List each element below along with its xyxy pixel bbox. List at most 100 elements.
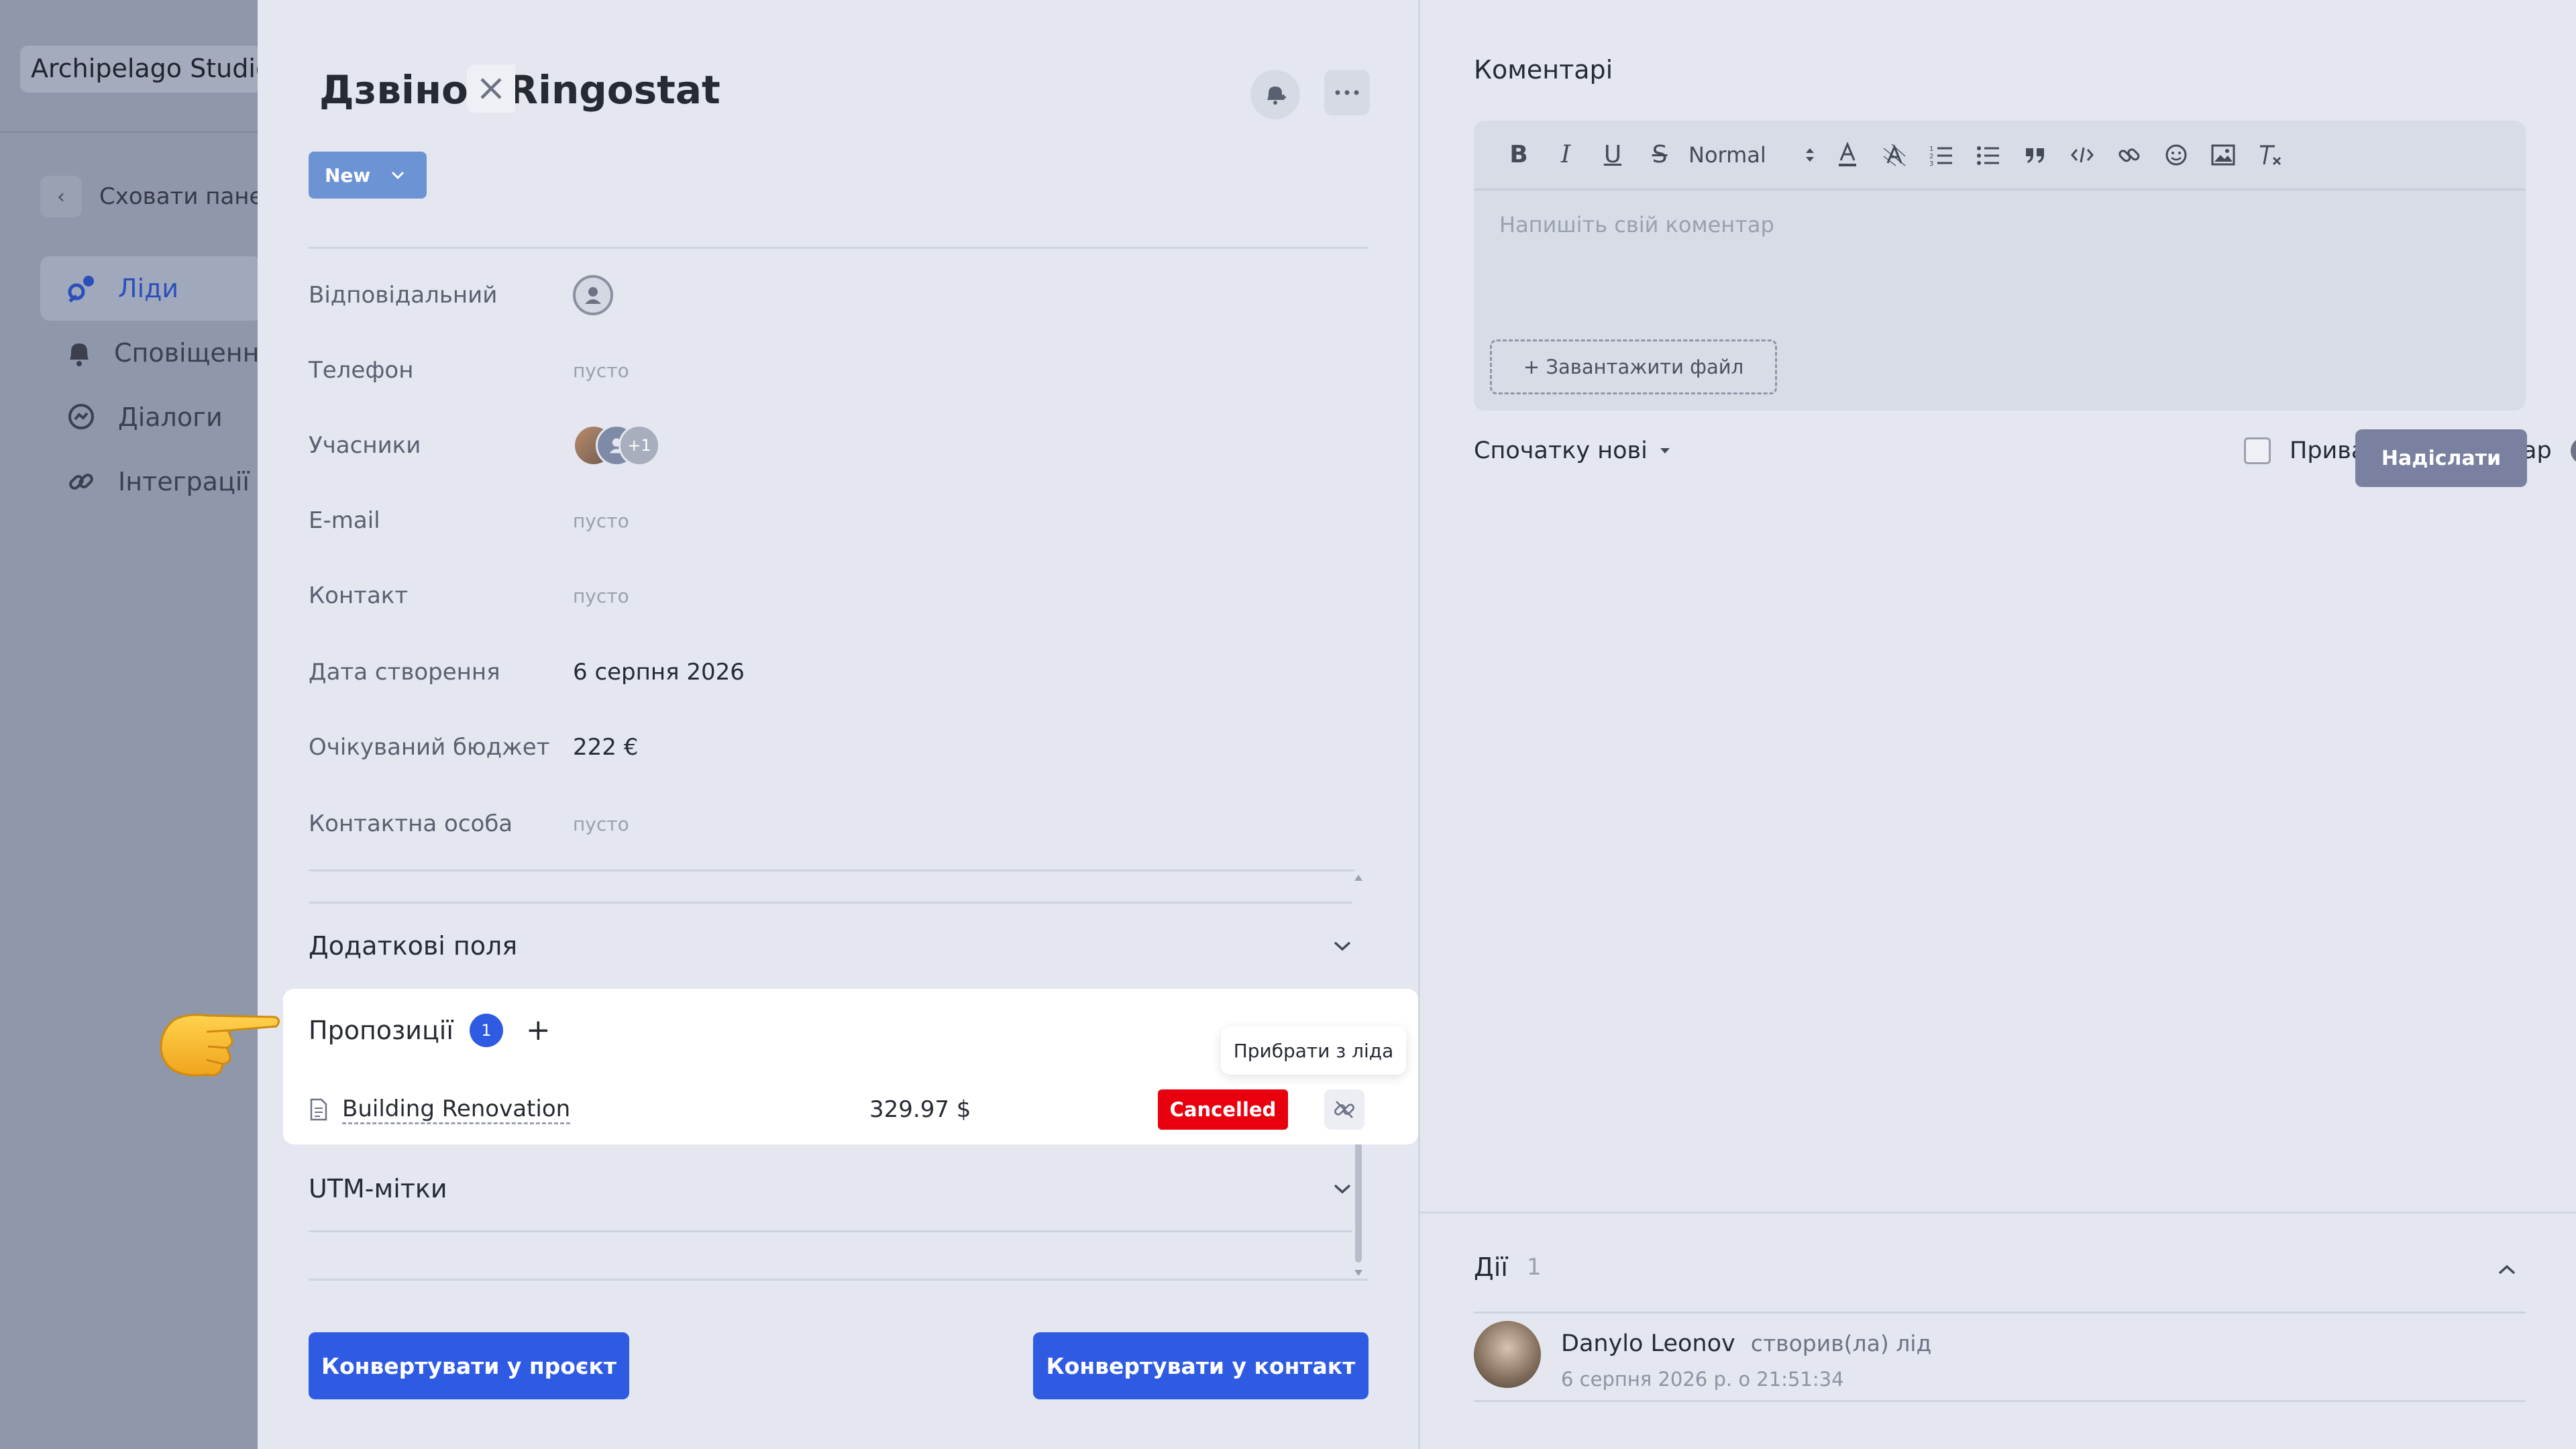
sidebar-item-dialogs[interactable]: Діалоги <box>40 385 262 449</box>
accordion-title: Додаткові поля <box>309 931 518 961</box>
field-created-date[interactable]: Дата створення 6 серпня 2026 <box>309 645 1368 699</box>
comment-input[interactable]: Напишіть свій коментар <box>1499 212 1774 237</box>
activity-item: Danylo Leonov створив(ла) лід 6 серпня 2… <box>1474 1321 1931 1391</box>
upload-file-button[interactable]: + Завантажити файл <box>1490 339 1777 394</box>
more-participants-badge: +1 <box>619 425 660 466</box>
background-color-button[interactable] <box>1871 135 1918 175</box>
image-icon <box>2211 144 2235 165</box>
actions-count: 1 <box>1526 1254 1542 1281</box>
quote-icon <box>2026 148 2044 163</box>
activity-verb: створив(ла) лід <box>1750 1330 1932 1356</box>
chevron-up-icon <box>2498 1265 2516 1275</box>
sort-dropdown[interactable]: Спочатку нові <box>1474 437 1672 464</box>
caret-down-icon <box>1660 448 1670 453</box>
proposal-row[interactable]: Building Renovation 329.97 $ Cancelled <box>309 1087 1382 1132</box>
editor-toolbar: B I U S Normal 123 <box>1474 121 2526 191</box>
svg-text:1: 1 <box>1929 146 1933 153</box>
convert-to-project-button[interactable]: Конвертувати у проєкт <box>309 1332 629 1399</box>
svg-text:2: 2 <box>1929 153 1933 160</box>
field-email[interactable]: E-mail пусто <box>309 494 1368 547</box>
clear-format-button[interactable] <box>2247 135 2294 175</box>
insert-link-button[interactable] <box>2106 135 2153 175</box>
field-label: Дата створення <box>309 659 500 686</box>
emoji-button[interactable] <box>2153 135 2200 175</box>
extra-fields-accordion[interactable]: Додаткові поля <box>309 906 1352 986</box>
proposals-header: Пропозиції 1 + <box>309 1013 551 1047</box>
field-contact[interactable]: Контакт пусто <box>309 569 1368 623</box>
divider <box>309 869 1355 871</box>
divider <box>309 902 1352 904</box>
text-color-icon <box>1839 141 1856 166</box>
code-button[interactable] <box>2059 135 2106 175</box>
emoji-icon <box>2165 144 2187 165</box>
actions-title: Дії <box>1474 1252 1508 1282</box>
italic-button[interactable]: I <box>1542 135 1589 175</box>
close-drawer-button[interactable] <box>467 64 515 113</box>
blockquote-button[interactable] <box>2012 135 2059 175</box>
workspace-name: Archipelago Studio <box>31 54 262 83</box>
info-icon[interactable]: ! <box>2570 437 2576 464</box>
proposals-title: Пропозиції <box>309 1015 453 1045</box>
proposal-name-link[interactable]: Building Renovation <box>342 1095 571 1124</box>
private-checkbox[interactable] <box>2244 437 2271 464</box>
clear-format-icon <box>2260 145 2282 165</box>
unlink-tooltip: Прибрати з ліда <box>1221 1026 1406 1075</box>
close-icon <box>480 78 502 99</box>
lead-drawer: Дзвінок Ringostat New Відповідальний Тел… <box>258 0 2576 1449</box>
comment-editor: B I U S Normal 123 Напишіть свій комента… <box>1474 121 2526 411</box>
status-dropdown[interactable]: New <box>309 152 427 199</box>
hide-panel-button[interactable]: ‹ Сховати панель <box>40 176 291 217</box>
format-select-value: Normal <box>1688 142 1766 168</box>
field-label: Відповідальний <box>309 282 498 309</box>
sidebar-item-label: Ліди <box>118 274 179 303</box>
bell-plus-icon <box>1267 87 1286 105</box>
text-color-button[interactable] <box>1824 135 1871 175</box>
field-contact-person[interactable]: Контактна особа пусто <box>309 797 1368 851</box>
insert-image-button[interactable] <box>2200 135 2247 175</box>
sort-label: Спочатку нові <box>1474 437 1648 464</box>
bullet-list-icon <box>1977 146 1999 165</box>
collapse-actions-button[interactable] <box>2491 1256 2523 1283</box>
bullet-list-button[interactable] <box>1965 135 2012 175</box>
chevron-down-icon <box>1334 941 1351 951</box>
underline-button[interactable]: U <box>1589 135 1636 175</box>
sidebar-item-leads[interactable]: Ліди <box>40 256 262 321</box>
field-phone[interactable]: Телефон пусто <box>309 343 1368 397</box>
proposal-amount: 329.97 $ <box>869 1096 971 1123</box>
subscribe-button[interactable] <box>1250 70 1300 119</box>
workspace-switcher[interactable]: Archipelago Studio <box>20 46 262 93</box>
sidebar-item-integrations[interactable]: Інтеграції <box>40 449 262 514</box>
field-participants[interactable]: Учасники +1 <box>309 419 1368 472</box>
sidebar-item-label: Сповіщення <box>114 338 262 368</box>
field-value: 222 € <box>573 734 639 761</box>
field-value: пусто <box>573 359 629 382</box>
actions-header: Дії 1 <box>1474 1252 1541 1282</box>
ordered-list-icon: 123 <box>1929 146 1952 166</box>
convert-to-contact-button[interactable]: Конвертувати у контакт <box>1033 1332 1368 1399</box>
add-proposal-button[interactable]: + <box>526 1013 551 1047</box>
utm-accordion[interactable]: UTM-мітки <box>309 1148 1352 1229</box>
status-label: New <box>325 164 371 186</box>
activity-user[interactable]: Danylo Leonov <box>1561 1330 1735 1357</box>
more-options-button[interactable] <box>1324 70 1370 115</box>
responsible-avatar[interactable] <box>573 275 613 315</box>
participants-avatars[interactable]: +1 <box>573 425 660 466</box>
field-label: Телефон <box>309 357 414 384</box>
page-title: Дзвінок Ringostat <box>319 67 720 113</box>
send-comment-button[interactable]: Надіслати <box>2355 429 2527 487</box>
lead-details-pane: Дзвінок Ringostat New Відповідальний Тел… <box>258 0 1418 1449</box>
divider <box>1474 1311 2526 1313</box>
text-format-select[interactable]: Normal <box>1683 135 1824 175</box>
highlight-icon <box>1883 144 1906 166</box>
divider <box>1474 1400 2526 1402</box>
ordered-list-button[interactable]: 123 <box>1918 135 1965 175</box>
proposal-status-badge: Cancelled <box>1158 1089 1288 1130</box>
field-budget[interactable]: Очікуваний бюджет 222 € <box>309 720 1368 774</box>
bold-button[interactable]: B <box>1495 135 1542 175</box>
field-responsible[interactable]: Відповідальний <box>309 268 1368 322</box>
user-icon <box>585 287 601 304</box>
unlink-proposal-button[interactable] <box>1324 1089 1364 1130</box>
sidebar-item-notifications[interactable]: Сповіщення <box>40 321 262 385</box>
strikethrough-button[interactable]: S <box>1636 135 1683 175</box>
code-icon <box>2071 147 2094 162</box>
